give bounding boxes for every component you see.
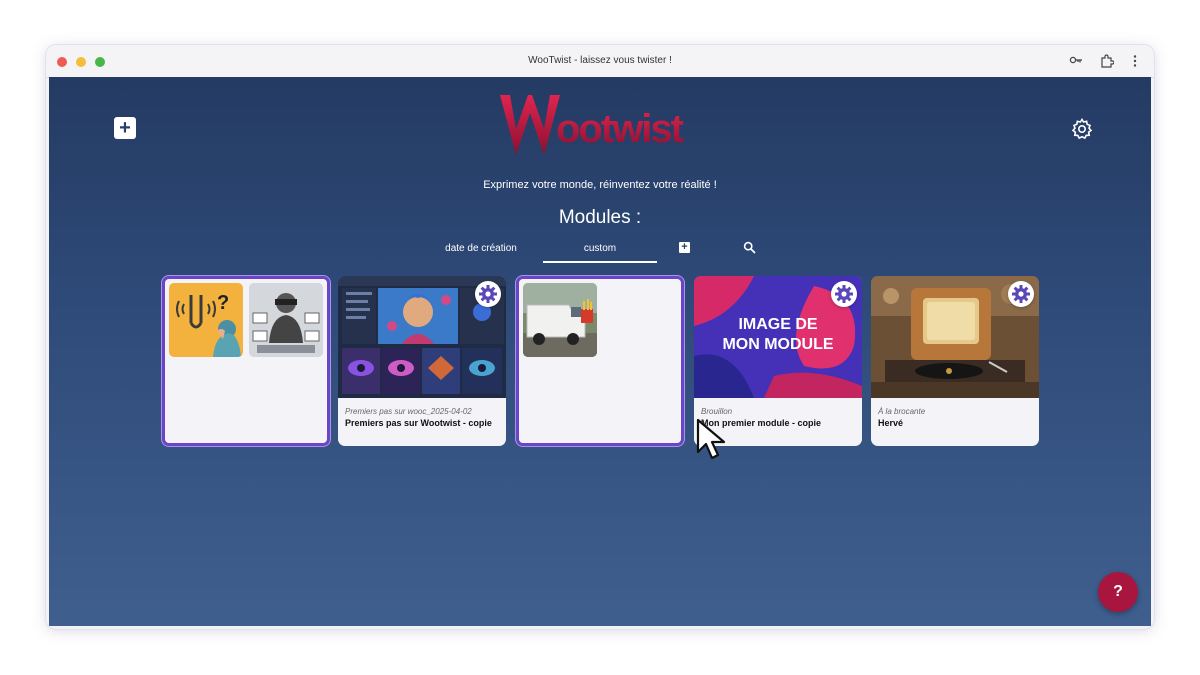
svg-text:?: ? [217,292,229,314]
module-settings-gear-icon[interactable] [831,281,857,307]
tagline: Exprimez votre monde, réinventez votre r… [483,179,717,191]
mouse-cursor-icon [696,418,726,460]
module-title: Premiers pas sur Wootwist - copie [345,418,492,428]
folder-thumbnail [523,283,597,357]
folder-thumbnail: ? [169,283,243,357]
module-status: Premiers pas sur wooc_2025-04-02 [345,407,472,416]
help-button[interactable]: ? [1098,572,1138,612]
svg-text:ootwist: ootwist [556,107,684,151]
key-icon[interactable] [1069,54,1083,69]
title-bar: WooTwist - laissez vous twister ! [46,45,1154,78]
module-folder-card[interactable] [516,276,684,446]
sort-by-date-tab[interactable]: date de création [423,243,539,254]
app-content: + ootwist Exprimez votre monde, réinvent… [49,77,1151,626]
browser-window: WooTwist - laissez vous twister ! + ootw… [46,45,1154,629]
module-folder-card[interactable]: ? [162,276,330,446]
section-title: Modules : [558,207,642,228]
module-title: Hervé [878,418,904,428]
add-sort-button[interactable]: + [679,242,690,253]
sort-custom-tab[interactable]: custom [543,243,657,263]
search-icon[interactable] [743,241,756,254]
window-title: WooTwist - laissez vous twister ! [528,55,672,66]
add-module-button[interactable]: + [114,117,136,139]
module-settings-gear-icon[interactable] [475,281,501,307]
module-image-text: IMAGE DE [738,316,817,333]
module-image-text: MON MODULE [722,336,833,353]
settings-gear-icon[interactable] [1070,117,1094,141]
folder-thumbnail [249,283,323,357]
module-card[interactable]: Premiers pas sur wooc_2025-04-02 Premier… [338,276,506,446]
wootwist-logo: ootwist [500,95,686,155]
module-card[interactable]: À la brocante Hervé [871,276,1039,446]
more-menu-icon[interactable] [1133,54,1137,71]
module-status: Brouillon [701,407,733,416]
module-settings-gear-icon[interactable] [1008,281,1034,307]
sort-bar: date de création custom + [423,239,783,265]
module-status: À la brocante [878,407,926,416]
extensions-icon[interactable] [1100,54,1115,71]
